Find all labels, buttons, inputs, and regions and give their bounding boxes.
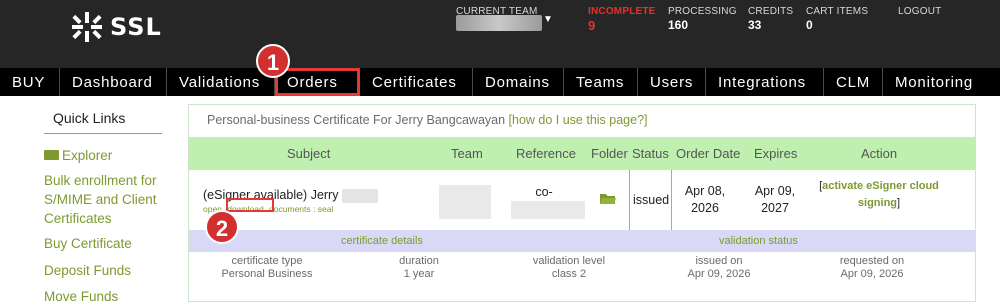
chevron-down-icon[interactable]: ▼ (543, 14, 553, 25)
folder-open-icon (44, 150, 59, 160)
step-1-callout: 1 (256, 44, 290, 78)
nav-orders[interactable]: Orders (275, 68, 360, 96)
col-action: Action (861, 146, 898, 161)
nav-dashboard[interactable]: Dashboard (60, 68, 167, 96)
nav-domains[interactable]: Domains (473, 68, 564, 96)
validation-status-label: validation status (719, 235, 798, 247)
details-header: certificate details validation status (189, 230, 975, 252)
certificate-type-value: Personal Business (221, 268, 313, 280)
folder-icon[interactable] (600, 193, 616, 205)
processing-stat[interactable]: PROCESSING 160 (668, 5, 737, 32)
col-order-date: Order Date (676, 146, 741, 161)
team-redacted (439, 185, 491, 219)
nav-validations[interactable]: Validations (167, 68, 275, 96)
status-text: issued (633, 193, 670, 207)
panel-title: Personal-business Certificate For Jerry … (207, 113, 648, 127)
nav-users[interactable]: Users (638, 68, 706, 96)
detail-duration: duration 1 year (379, 255, 459, 280)
team-name-redacted[interactable] (456, 15, 542, 31)
nav-teams[interactable]: Teams (564, 68, 638, 96)
logout-label: LOGOUT (898, 6, 942, 17)
order-date: Apr 08, 2026 (684, 184, 726, 215)
documents-link[interactable]: documents : seal (269, 204, 333, 214)
col-status: Status (632, 146, 669, 161)
help-link[interactable]: [how do I use this page?] (509, 113, 648, 127)
issued-on-label: issued on (695, 255, 743, 267)
nav-integrations[interactable]: Integrations (706, 68, 824, 96)
certificate-details-label: certificate details (341, 235, 423, 247)
nav-clm[interactable]: CLM (824, 68, 883, 96)
subject-redacted (341, 188, 378, 203)
explorer-label: Explorer (62, 148, 113, 163)
main-nav: BUY Dashboard Validations Orders Certifi… (0, 68, 1000, 96)
credits-count: 33 (748, 18, 762, 32)
nav-buy[interactable]: BUY (0, 68, 60, 96)
step-2-callout: 2 (205, 210, 239, 244)
logout-link[interactable]: LOGOUT (898, 5, 941, 17)
reference-text: co- (535, 185, 553, 199)
incomplete-stat[interactable]: INCOMPLETE 9 (588, 5, 656, 33)
detail-requested-on: requested on Apr 09, 2026 (827, 255, 917, 280)
download-highlight (226, 198, 274, 212)
nav-certificates[interactable]: Certificates (360, 68, 473, 96)
ssl-logo-icon (72, 12, 102, 42)
sidebar-link-buy-certificate[interactable]: Buy Certificate (44, 234, 132, 253)
incomplete-count: 9 (588, 18, 596, 33)
sidebar-link-move-funds[interactable]: Move Funds (44, 287, 118, 302)
certificate-title: Personal-business Certificate For Jerry … (207, 113, 506, 127)
expires-date: Apr 09, 2027 (754, 184, 796, 215)
col-team: Team (451, 146, 483, 161)
detail-validation-level: validation level class 2 (517, 255, 621, 280)
validation-level-value: class 2 (551, 268, 587, 280)
processing-label: PROCESSING (668, 6, 737, 17)
sidebar-link-bulk-enrollment[interactable]: Bulk enrollment for S/MIME and Client Ce… (44, 171, 164, 228)
reference-redacted (511, 201, 585, 219)
duration-value: 1 year (403, 268, 435, 280)
credits-stat[interactable]: CREDITS 33 (748, 5, 793, 32)
incomplete-label: INCOMPLETE (588, 6, 656, 17)
validation-level-label: validation level (532, 255, 606, 267)
detail-issued-on: issued on Apr 09, 2026 (676, 255, 762, 280)
processing-count: 160 (668, 18, 689, 32)
requested-on-label: requested on (839, 255, 905, 267)
logo[interactable]: SSL (70, 10, 162, 44)
activate-esigner-link[interactable]: activate eSigner cloud signing (822, 180, 939, 209)
sidebar-link-explorer[interactable]: Explorer (44, 146, 112, 165)
sidebar-link-deposit-funds[interactable]: Deposit Funds (44, 261, 131, 280)
logo-text: SSL (110, 13, 162, 41)
nav-monitoring[interactable]: Monitoring (883, 68, 1000, 96)
credits-label: CREDITS (748, 6, 794, 17)
certificate-type-label: certificate type (231, 255, 303, 267)
action-cell: [activate eSigner cloud signing] (819, 180, 939, 209)
cart-label: CART ITEMS (806, 6, 869, 17)
col-expires: Expires (754, 146, 798, 161)
quick-links-sidebar: Quick Links Explorer Bulk enrollment for… (0, 96, 175, 302)
cart-stat[interactable]: CART ITEMS 0 (806, 5, 868, 32)
col-reference: Reference (516, 146, 576, 161)
top-header: SSL CURRENT TEAM ▼ INCOMPLETE 9 PROCESSI… (0, 0, 1000, 68)
duration-label: duration (399, 255, 439, 267)
quick-links-title: Quick Links (44, 110, 162, 134)
requested-on-value: Apr 09, 2026 (840, 268, 904, 280)
table-header: Subject Team Reference Folder Status Ord… (189, 137, 975, 170)
order-panel: Personal-business Certificate For Jerry … (188, 104, 976, 302)
col-subject: Subject (287, 146, 331, 161)
cart-count: 0 (806, 18, 813, 32)
col-folder: Folder (591, 146, 628, 161)
detail-certificate-type: certificate type Personal Business (209, 255, 325, 280)
issued-on-value: Apr 09, 2026 (687, 268, 751, 280)
